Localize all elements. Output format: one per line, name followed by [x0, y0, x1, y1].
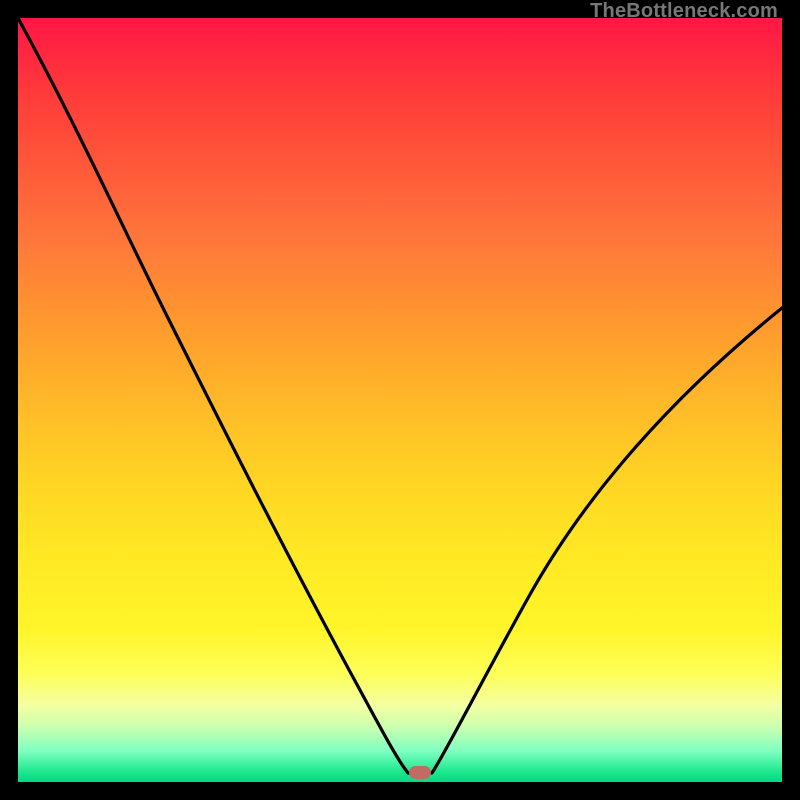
curve-svg — [18, 18, 782, 782]
optimal-marker — [409, 766, 431, 779]
plot-area — [18, 18, 782, 782]
bottleneck-curve — [18, 18, 782, 773]
chart-frame: TheBottleneck.com — [0, 0, 800, 800]
